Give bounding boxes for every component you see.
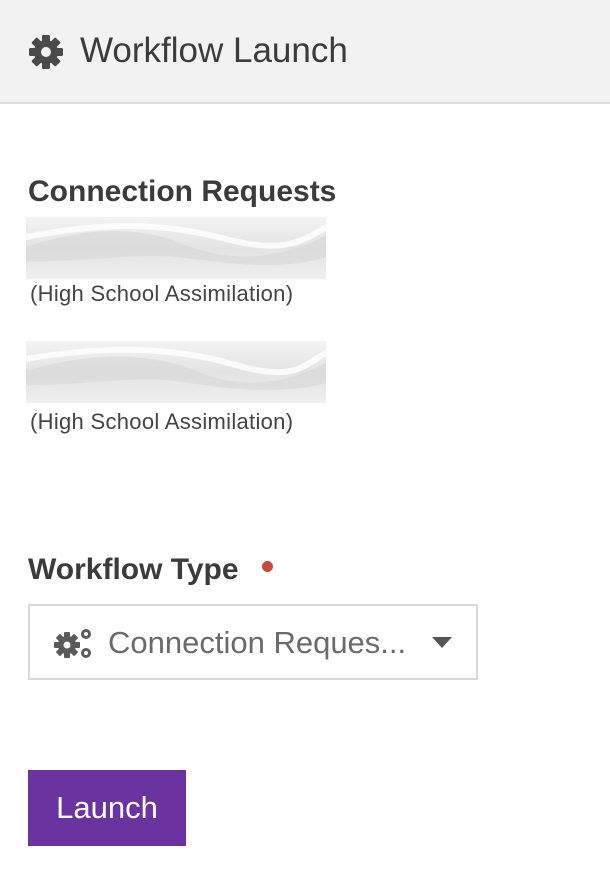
chevron-down-icon (432, 637, 452, 648)
redacted-request-name (26, 217, 326, 279)
connection-requests-heading: Connection Requests (28, 175, 337, 208)
page-title: Workflow Launch (80, 31, 348, 70)
required-indicator (262, 561, 273, 572)
redacted-request-name (26, 341, 326, 403)
request-campus-label: (High School Assimilation) (30, 281, 294, 306)
workflow-type-selected-value: Connection Reques... (108, 625, 407, 660)
page-header: Workflow Launch (0, 0, 610, 104)
request-campus-label: (High School Assimilation) (30, 409, 294, 434)
gear-icon (29, 35, 63, 69)
workflow-type-select[interactable]: Connection Reques... (28, 604, 478, 680)
cogs-icon (54, 629, 91, 658)
launch-button[interactable]: Launch (28, 770, 186, 846)
workflow-type-label: Workflow Type (28, 553, 239, 586)
